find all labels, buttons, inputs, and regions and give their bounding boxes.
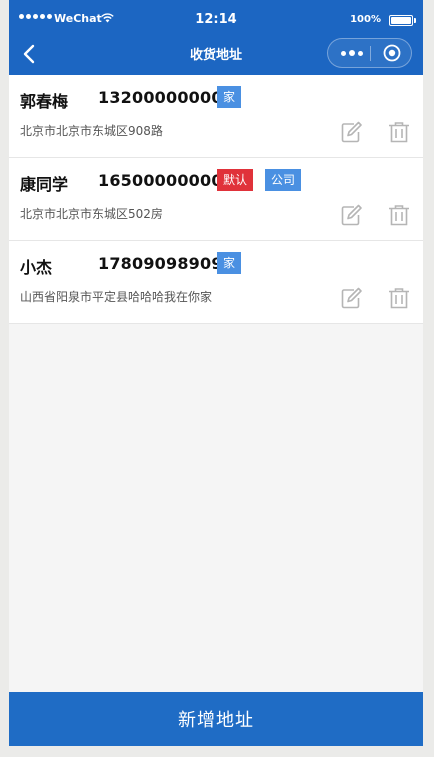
address-text: 北京市北京市东城区908路	[20, 124, 163, 138]
trash-icon[interactable]	[387, 286, 411, 310]
address-list: 郭春梅 13200000000 家 北京市北京市东城区908路 康同学 1650…	[9, 75, 423, 324]
edit-icon[interactable]	[339, 286, 363, 310]
more-dot	[349, 50, 355, 56]
capsule-menu	[327, 38, 412, 68]
tag-group: 家	[217, 252, 242, 274]
tag-group: 家	[217, 86, 242, 108]
home-tag: 家	[217, 86, 242, 108]
more-dots-icon	[341, 50, 363, 56]
contact-phone: 16500000000	[98, 171, 223, 190]
more-button[interactable]	[338, 39, 366, 67]
battery-cap	[414, 18, 416, 23]
company-tag: 公司	[265, 169, 302, 191]
contact-name: 康同学	[20, 175, 69, 194]
more-dot	[358, 50, 363, 56]
home-tag: 家	[217, 252, 242, 274]
more-dot	[341, 50, 346, 56]
contact-name: 郭春梅	[20, 92, 69, 111]
address-text: 北京市北京市东城区502房	[20, 207, 163, 221]
address-card[interactable]: 郭春梅 13200000000 家 北京市北京市东城区908路	[9, 75, 423, 158]
address-card[interactable]: 小杰 17809098909 家 山西省阳泉市平定县哈哈哈我在你家	[9, 241, 423, 324]
default-tag: 默认	[217, 169, 254, 191]
top-bar: WeChat 12:14 100% 收货地址	[9, 0, 423, 75]
target-circle-icon[interactable]	[383, 44, 401, 62]
edit-icon[interactable]	[339, 203, 363, 227]
address-card[interactable]: 康同学 16500000000 默认 公司 北京市北京市东城区502房	[9, 158, 423, 241]
contact-phone: 13200000000	[98, 88, 223, 107]
app-screen: WeChat 12:14 100% 收货地址 郭春梅 13200000000 家…	[9, 0, 423, 746]
battery-icon	[389, 15, 416, 26]
edit-icon[interactable]	[339, 120, 363, 144]
battery-percent: 100%	[350, 14, 381, 25]
add-address-button[interactable]: 新增地址	[9, 692, 423, 746]
tag-group: 默认 公司	[217, 169, 302, 191]
status-bar: WeChat 12:14 100%	[9, 0, 423, 40]
trash-icon[interactable]	[387, 203, 411, 227]
contact-phone: 17809098909	[98, 254, 223, 273]
battery-fill	[391, 17, 411, 24]
capsule-divider	[370, 46, 371, 61]
address-text: 山西省阳泉市平定县哈哈哈我在你家	[20, 290, 213, 304]
contact-name: 小杰	[20, 258, 53, 277]
trash-icon[interactable]	[387, 120, 411, 144]
